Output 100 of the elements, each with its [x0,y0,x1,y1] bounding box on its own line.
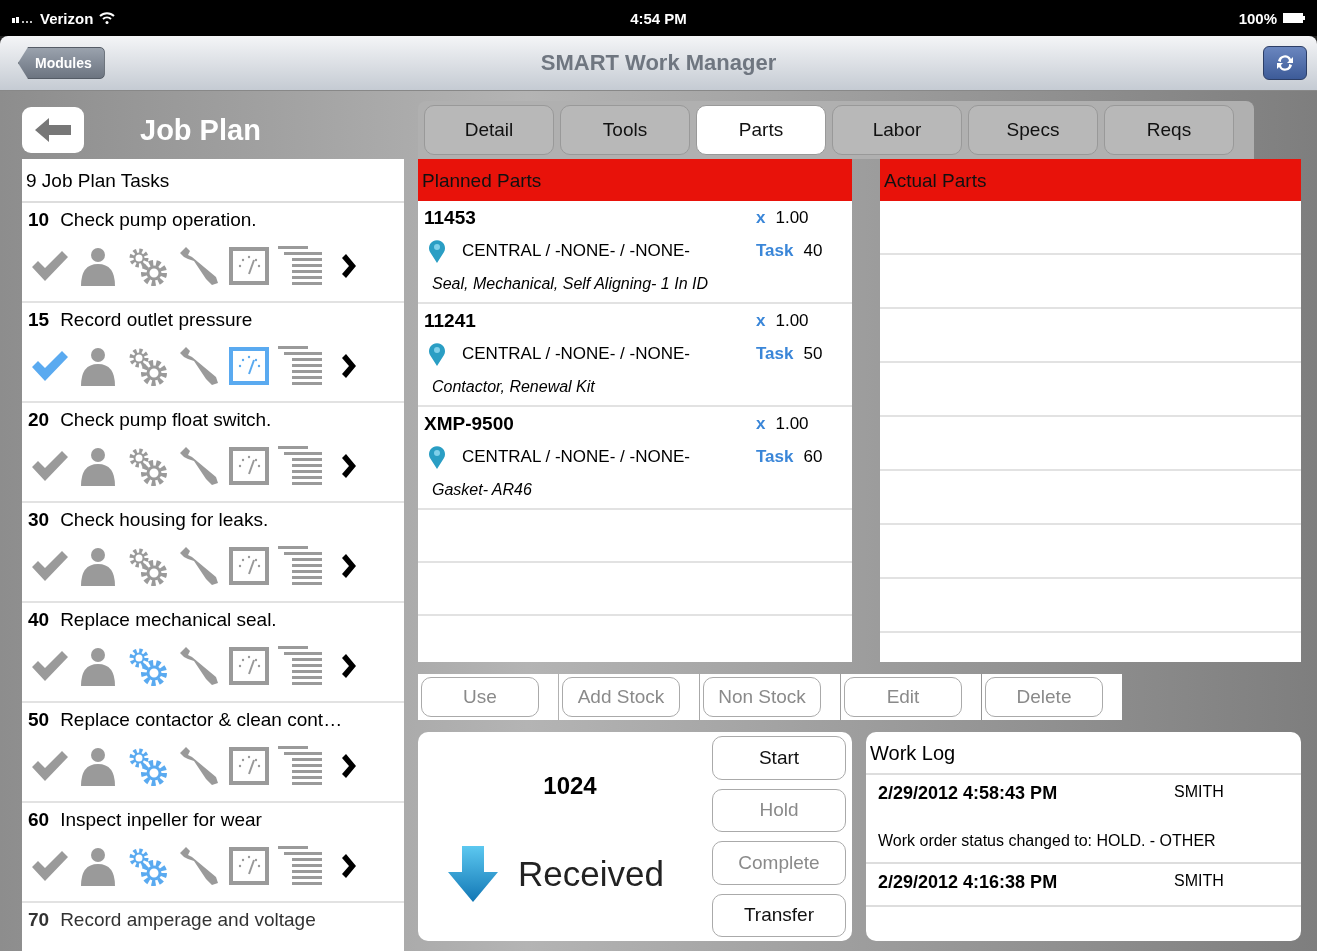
location-path: CENTRAL / -NONE- / -NONE- [462,344,690,364]
work-order-status: Received [518,854,664,894]
location-path: CENTRAL / -NONE- / -NONE- [462,241,690,261]
person-icon[interactable] [78,546,118,586]
left-arrow-icon[interactable] [33,116,73,144]
person-icon[interactable] [78,846,118,886]
checkmark-icon[interactable] [30,249,70,283]
task-label: Task [756,447,794,467]
person-icon[interactable] [78,246,118,286]
wrench-icon[interactable] [178,345,220,387]
log-timestamp: 2/29/2012 4:16:38 PM [878,872,1059,893]
person-icon[interactable] [78,746,118,786]
location-path: CENTRAL / -NONE- / -NONE- [462,447,690,467]
person-icon[interactable] [78,346,118,386]
task-description[interactable]: Replace mechanical seal. [60,609,277,631]
task-description[interactable]: Check pump operation. [60,209,257,231]
gauge-icon[interactable] [228,446,270,486]
status-action-button[interactable]: Start [712,736,846,780]
wrench-icon[interactable] [178,845,220,887]
list-icon[interactable] [278,746,322,786]
chevron-right-icon[interactable] [340,254,356,278]
task-number: 30 [28,509,50,531]
checkmark-icon[interactable] [30,549,70,583]
task-description[interactable]: Record amperage and voltage [60,909,316,931]
wrench-icon[interactable] [178,745,220,787]
status-action-button[interactable]: Transfer [712,893,846,937]
sync-icon[interactable] [1274,52,1296,74]
chevron-right-icon[interactable] [340,454,356,478]
down-arrow-icon [448,846,498,902]
list-icon[interactable] [278,446,322,486]
task-number: 20 [28,409,50,431]
part-description: Seal, Mechanical, Self Aligning- 1 In ID [431,275,709,293]
task-description[interactable]: Replace contactor & clean cont… [60,709,343,731]
wrench-icon[interactable] [178,645,220,687]
person-icon[interactable] [78,446,118,486]
quantity-value: 1.00 [775,208,809,228]
chevron-right-icon[interactable] [340,554,356,578]
list-icon[interactable] [278,846,322,886]
log-message: Work order status changed to: HOLD. - OTHER [878,832,1217,850]
actual-parts-header: Actual Parts [880,159,1301,201]
task-number: 60 [28,809,50,831]
gauge-icon[interactable] [228,246,270,286]
battery-icon [1283,13,1305,23]
log-user: SMITH [1174,872,1224,891]
gauge-icon[interactable] [228,546,270,586]
part-number: XMP-9500 [424,413,514,435]
checkmark-icon[interactable] [30,849,70,883]
tab[interactable]: Tools [560,105,690,155]
location-pin-icon [428,445,446,469]
person-icon[interactable] [78,646,118,686]
task-number: 10 [28,209,50,231]
task-count-label: 9 Job Plan Tasks [22,159,404,203]
carrier-name: Verizon [40,9,94,27]
checkmark-icon[interactable] [30,749,70,783]
task-description[interactable]: Check housing for leaks. [60,509,269,531]
list-icon[interactable] [278,346,322,386]
chevron-right-icon[interactable] [340,854,356,878]
task-value: 40 [803,241,823,261]
tab[interactable]: Reqs [1104,105,1234,155]
task-description[interactable]: Inspect inpeller for wear [60,809,262,831]
sync-button[interactable] [1263,46,1307,80]
chevron-right-icon[interactable] [340,654,356,678]
part-number: 11453 [424,207,476,229]
tab[interactable]: Detail [424,105,554,155]
gauge-icon[interactable] [228,346,270,386]
quantity-value: 1.00 [775,311,809,331]
checkmark-icon[interactable] [30,349,70,383]
tab[interactable]: Labor [832,105,962,155]
task-value: 50 [803,344,823,364]
task-description[interactable]: Record outlet pressure [60,309,253,331]
chevron-right-icon[interactable] [340,754,356,778]
tab[interactable]: Specs [968,105,1098,155]
planned-parts-header: Planned Parts [418,159,852,201]
part-description: Contactor, Renewal Kit [431,378,596,396]
wrench-icon[interactable] [178,545,220,587]
back-button[interactable] [22,107,84,153]
wrench-icon[interactable] [178,445,220,487]
task-number: 40 [28,609,50,631]
task-description[interactable]: Check pump float switch. [60,409,272,431]
checkmark-icon[interactable] [30,649,70,683]
list-icon[interactable] [278,246,322,286]
list-icon[interactable] [278,646,322,686]
quantity-value: 1.00 [775,414,809,434]
task-number: 50 [28,709,50,731]
gauge-icon[interactable] [228,646,270,686]
list-icon[interactable] [278,546,322,586]
log-timestamp: 2/29/2012 4:58:43 PM [878,783,1059,804]
gauge-icon[interactable] [228,746,270,786]
location-pin-icon [428,342,446,366]
job-plan-title: Job Plan [140,113,261,147]
task-label: Task [756,241,794,261]
quantity-label: x [756,311,766,331]
wifi-icon [99,12,116,24]
chevron-right-icon[interactable] [340,354,356,378]
part-number: 11241 [424,310,476,332]
checkmark-icon[interactable] [30,449,70,483]
wrench-icon[interactable] [178,245,220,287]
tab[interactable]: Parts [696,105,826,155]
work-order-number: 1024 [543,772,597,800]
gauge-icon[interactable] [228,846,270,886]
